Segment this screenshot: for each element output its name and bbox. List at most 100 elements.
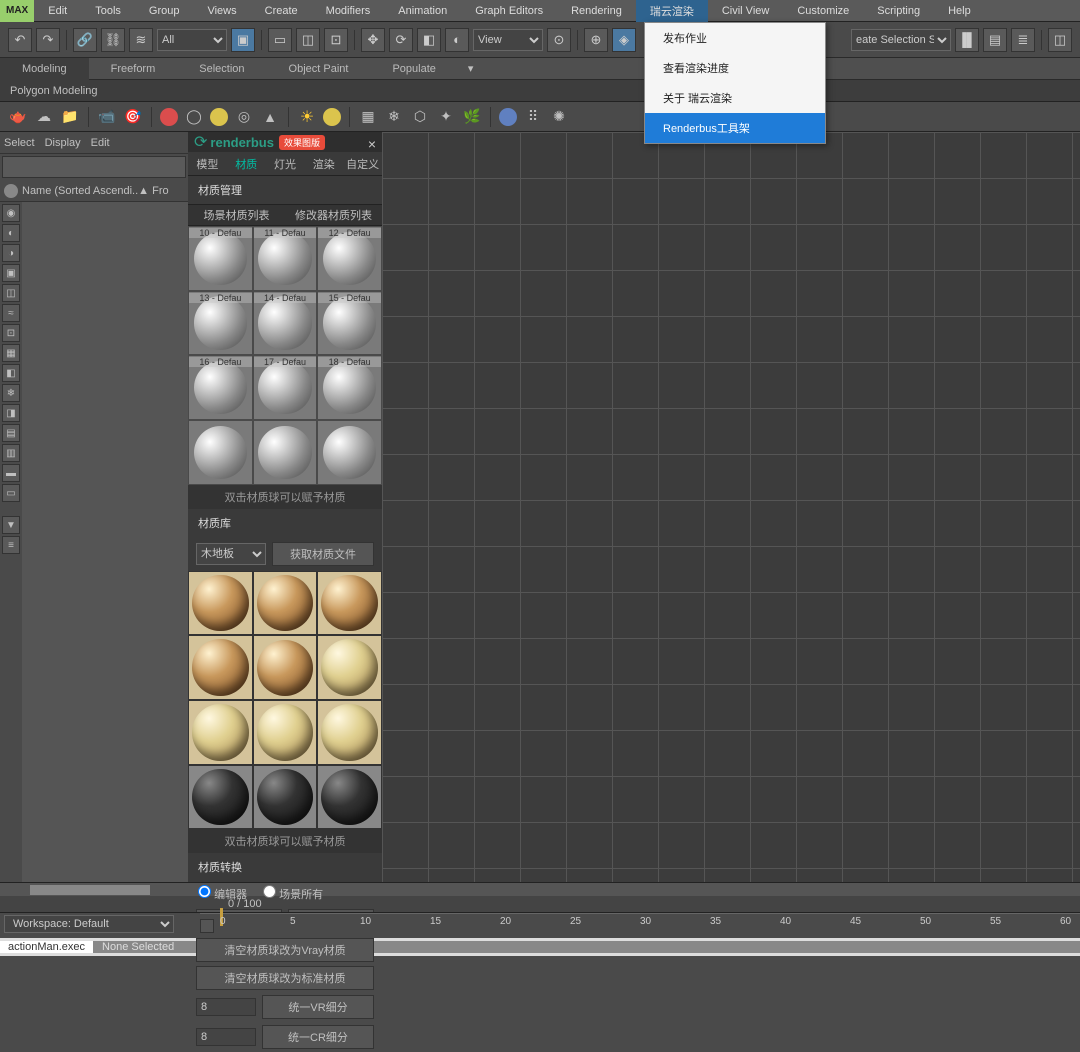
material-slot[interactable]: 10 - Defau: [188, 226, 253, 291]
yellow-sphere-icon[interactable]: [210, 108, 228, 126]
sort-column-label[interactable]: Name (Sorted Ascendi..▲ Fro: [22, 185, 169, 197]
filter-frozen-icon[interactable]: ❄: [2, 384, 20, 402]
schematic-icon[interactable]: ◫: [1048, 28, 1072, 52]
radio-scene[interactable]: 场景所有: [263, 885, 323, 902]
unlink-icon[interactable]: ⛓: [101, 28, 125, 52]
explorer-list-header[interactable]: Name (Sorted Ascendi..▲ Fro: [0, 180, 188, 202]
plugin-tab-render[interactable]: 渲染: [304, 152, 343, 176]
explorer-tab-select[interactable]: Select: [4, 137, 35, 149]
selection-set-combo[interactable]: eate Selection Se: [851, 29, 951, 51]
redo-icon[interactable]: ↷: [36, 28, 60, 52]
sun-icon[interactable]: ☀: [297, 107, 317, 127]
scale-icon[interactable]: ◧: [417, 28, 441, 52]
cone-icon[interactable]: ▲: [260, 107, 280, 127]
filter-group-icon[interactable]: ▦: [2, 344, 20, 362]
filter-helper-icon[interactable]: ◫: [2, 284, 20, 302]
menu-tools[interactable]: Tools: [81, 0, 135, 22]
library-slot[interactable]: [188, 571, 253, 636]
filter-d-icon[interactable]: ▭: [2, 484, 20, 502]
unify-vr-button[interactable]: 统一VR细分: [262, 995, 374, 1019]
reference-icon[interactable]: ◐: [445, 28, 469, 52]
explorer-tab-edit[interactable]: Edit: [91, 137, 110, 149]
menu-customize[interactable]: Customize: [783, 0, 863, 22]
filter-bone-icon[interactable]: ⊡: [2, 324, 20, 342]
dots-icon[interactable]: ⠿: [523, 107, 543, 127]
filter-f-icon[interactable]: ≡: [2, 536, 20, 554]
explorer-search-input[interactable]: [2, 156, 186, 178]
select-region-icon[interactable]: ▭: [268, 28, 292, 52]
filter-a-icon[interactable]: ▤: [2, 424, 20, 442]
blue-sphere-icon[interactable]: [499, 108, 517, 126]
material-slot[interactable]: 12 - Defau: [317, 226, 382, 291]
menu-views[interactable]: Views: [193, 0, 250, 22]
clear-vray-button[interactable]: 清空材质球改为Vray材质: [196, 938, 374, 962]
material-slot[interactable]: 15 - Defau: [317, 291, 382, 356]
grass-icon[interactable]: 🌿: [462, 107, 482, 127]
mirror-icon[interactable]: ▐▌: [955, 28, 979, 52]
filter-geom-icon[interactable]: ◉: [2, 204, 20, 222]
library-slot[interactable]: [317, 571, 382, 636]
menu-scripting[interactable]: Scripting: [863, 0, 934, 22]
library-slot[interactable]: [253, 571, 318, 636]
plugin-tab-model[interactable]: 模型: [188, 152, 227, 176]
material-slot[interactable]: 17 - Defau: [253, 355, 318, 420]
library-slot[interactable]: [188, 765, 253, 830]
viewport[interactable]: [382, 132, 1080, 882]
menu-animation[interactable]: Animation: [384, 0, 461, 22]
explorer-list[interactable]: [22, 202, 188, 882]
ribbon-modeling[interactable]: Modeling: [0, 58, 89, 80]
link-icon[interactable]: 🔗: [73, 28, 97, 52]
select-icon[interactable]: ▣: [231, 28, 255, 52]
clear-std-button[interactable]: 清空材质球改为标准材质: [196, 966, 374, 990]
filter-hidden-icon[interactable]: ◨: [2, 404, 20, 422]
h-scrollbar[interactable]: [0, 882, 1080, 896]
filter-light-icon[interactable]: ◑: [2, 244, 20, 262]
material-slot[interactable]: [317, 420, 382, 485]
menu-grapheditors[interactable]: Graph Editors: [461, 0, 557, 22]
select-window-icon[interactable]: ◫: [296, 28, 320, 52]
dropdown-toolshelf[interactable]: Renderbus工具架: [645, 113, 825, 143]
subtab-modifier[interactable]: 修改器材质列表: [285, 204, 382, 226]
ribbon-selection[interactable]: Selection: [177, 58, 266, 80]
material-slot[interactable]: 18 - Defau: [317, 355, 382, 420]
pivot-icon[interactable]: ⊙: [547, 28, 571, 52]
folder-icon[interactable]: 📁: [60, 107, 80, 127]
filter-b-icon[interactable]: ▥: [2, 444, 20, 462]
filter-shape-icon[interactable]: ◐: [2, 224, 20, 242]
material-slot[interactable]: 16 - Defau: [188, 355, 253, 420]
rotate-icon[interactable]: ⟳: [389, 28, 413, 52]
snap-icon[interactable]: ⊕: [584, 28, 608, 52]
explorer-tab-display[interactable]: Display: [45, 137, 81, 149]
library-slot[interactable]: [317, 635, 382, 700]
material-slot[interactable]: [188, 420, 253, 485]
library-slot[interactable]: [253, 635, 318, 700]
menu-civilview[interactable]: Civil View: [708, 0, 783, 22]
cr-subdiv-input[interactable]: [196, 1028, 256, 1046]
angle-snap-icon[interactable]: ◈: [612, 28, 636, 52]
filter-space-icon[interactable]: ≈: [2, 304, 20, 322]
lib-category-combo[interactable]: 木地板: [196, 543, 266, 565]
ribbon-objectpaint[interactable]: Object Paint: [267, 58, 371, 80]
move-icon[interactable]: ✥: [361, 28, 385, 52]
helper-icon[interactable]: ⬡: [410, 107, 430, 127]
ribbon-min-icon[interactable]: ▾: [458, 62, 484, 75]
align-icon[interactable]: ▤: [983, 28, 1007, 52]
menu-edit[interactable]: Edit: [34, 0, 81, 22]
menu-modifiers[interactable]: Modifiers: [312, 0, 385, 22]
target-icon[interactable]: 🎯: [123, 107, 143, 127]
library-slot[interactable]: [188, 635, 253, 700]
time-ruler[interactable]: Workspace: Default 0 5 10 15 20 25 30 35…: [0, 912, 1080, 938]
get-material-button[interactable]: 获取材质文件: [272, 542, 374, 566]
library-slot[interactable]: [188, 700, 253, 765]
plugin-tab-custom[interactable]: 自定义: [343, 152, 382, 176]
unify-cr-button[interactable]: 统一CR细分: [262, 1025, 374, 1049]
filter-xref-icon[interactable]: ◧: [2, 364, 20, 382]
light-icon[interactable]: [323, 108, 341, 126]
refcoord-combo[interactable]: View: [473, 29, 543, 51]
torus-icon[interactable]: ◯: [184, 107, 204, 127]
select-crossing-icon[interactable]: ⊡: [324, 28, 348, 52]
vr-subdiv-input[interactable]: [196, 998, 256, 1016]
workspace-combo[interactable]: Workspace: Default: [4, 915, 174, 933]
script-listener[interactable]: actionMan.exec: [0, 941, 94, 953]
menu-help[interactable]: Help: [934, 0, 985, 22]
